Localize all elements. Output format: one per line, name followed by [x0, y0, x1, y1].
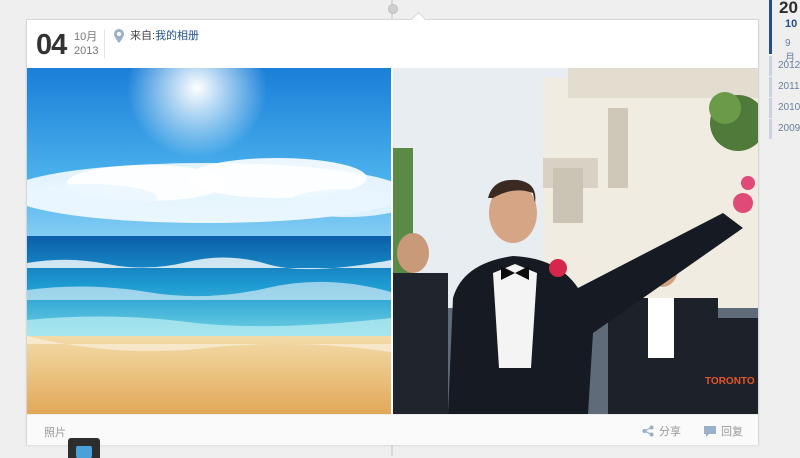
- share-label: 分享: [659, 426, 681, 438]
- feed-post-card: 04 10月 2013 来自: 我的相册 TORONTO 照片 分享 回复: [26, 11, 759, 445]
- year-navigation: 20 10 9 月 2012 2011 2010 2009: [769, 0, 800, 140]
- year-current[interactable]: 20 10 9 月: [769, 0, 800, 64]
- photo-watermark: TORONTO: [705, 376, 755, 387]
- post-year: 2013: [74, 45, 99, 57]
- year-item-2011[interactable]: 2011: [769, 77, 800, 97]
- year-item-2010[interactable]: 2010: [769, 98, 800, 118]
- post-header: 04 10月 2013 来自: 我的相册: [27, 20, 758, 68]
- current-year-label: 20: [779, 0, 798, 17]
- floating-widget-button[interactable]: [68, 438, 100, 458]
- post-type-label: 照片: [44, 427, 66, 439]
- post-month: 10月: [74, 31, 98, 43]
- post-footer: 照片 分享 回复: [27, 414, 758, 445]
- album-link[interactable]: 我的相册: [155, 29, 199, 43]
- source-prefix: 来自:: [130, 30, 156, 42]
- header-divider: [104, 30, 105, 58]
- post-source: 来自: 我的相册: [114, 29, 199, 43]
- year-item-2012[interactable]: 2012: [769, 56, 800, 76]
- year-item-2009[interactable]: 2009: [769, 119, 800, 139]
- reply-button[interactable]: 回复: [704, 423, 743, 439]
- comment-icon: [704, 425, 716, 437]
- share-icon: [642, 425, 654, 437]
- timeline-node: [388, 4, 398, 14]
- post-day: 04: [36, 29, 67, 61]
- share-button[interactable]: 分享: [642, 423, 681, 439]
- month-item-active[interactable]: 10: [785, 18, 797, 30]
- photo-beach[interactable]: [27, 68, 391, 414]
- photo-grid: TORONTO: [27, 68, 758, 414]
- reply-label: 回复: [721, 426, 743, 438]
- location-pin-icon: [114, 29, 124, 43]
- photo-wedding[interactable]: TORONTO: [393, 68, 758, 414]
- widget-icon: [76, 446, 92, 458]
